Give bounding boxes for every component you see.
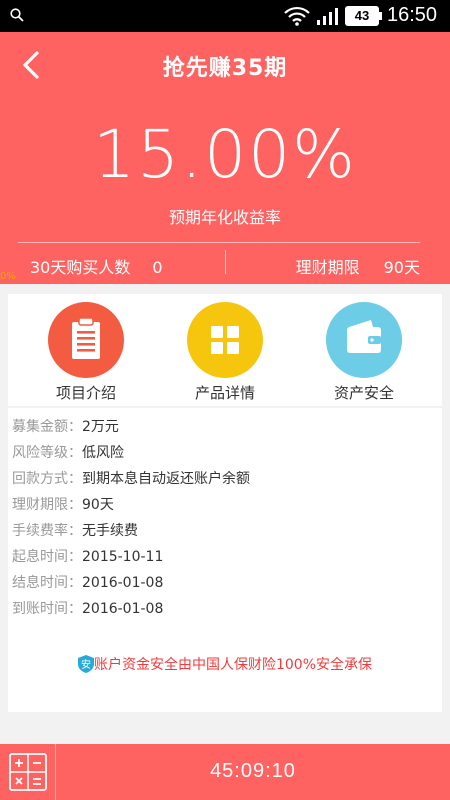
- detail-value: 2016-01-08: [82, 601, 164, 617]
- detail-key: 募集金额：: [12, 419, 82, 435]
- feature-panel: 项目介绍 产品详情 资产安全: [8, 294, 442, 406]
- detail-key: 结息时间：: [12, 575, 82, 591]
- wallet-icon: [347, 320, 381, 353]
- detail-key: 回款方式：: [12, 471, 82, 487]
- progress-label: 0%: [0, 271, 16, 282]
- clock: 16:50: [387, 4, 438, 26]
- project-intro-label: 项目介绍: [55, 384, 116, 402]
- detail-value: 2万元: [82, 419, 119, 435]
- guarantee-text: 账户资金安全由中国人保财险100%安全承保: [93, 657, 373, 673]
- annual-yield-rate: 15.00%: [93, 116, 357, 193]
- product-details-list: 募集金额：2万元 风险等级：低风险 回款方式：到期本息自动返还账户余额 理财期限…: [8, 408, 442, 712]
- detail-value: 无手续费: [82, 523, 138, 539]
- detail-value: 到期本息自动返还账户余额: [82, 471, 250, 487]
- buyers-label: 30天购买人数: [30, 258, 131, 277]
- detail-value: 2015-10-11: [82, 549, 164, 565]
- grid-icon: [211, 326, 239, 354]
- progress-bar: [0, 284, 450, 292]
- shield-icon: 安: [77, 655, 94, 673]
- wifi-icon: [284, 6, 310, 26]
- detail-value: 2016-01-08: [82, 575, 164, 591]
- detail-row: 理财期限：90天: [12, 494, 114, 516]
- calculator-button[interactable]: [0, 744, 56, 800]
- detail-row: 到账时间：2016-01-08: [12, 598, 163, 620]
- detail-value: 90天: [82, 497, 114, 513]
- product-details-circle: [187, 302, 263, 378]
- detail-key: 理财期限：: [12, 497, 82, 513]
- countdown-timer: 45:09:10: [210, 760, 296, 782]
- bottom-bar: 45:09:10: [0, 744, 450, 800]
- asset-security-button[interactable]: 资产安全: [309, 302, 419, 403]
- detail-key: 到账时间：: [12, 601, 82, 617]
- project-intro-circle: [48, 302, 124, 378]
- term-value: 90天: [383, 258, 420, 277]
- product-details-button[interactable]: 产品详情: [170, 302, 280, 403]
- detail-row: 手续费率：无手续费: [12, 520, 138, 542]
- insurance-guarantee: 安 账户资金安全由中国人保财险100%安全承保: [8, 654, 442, 674]
- detail-value: 低风险: [82, 445, 124, 461]
- detail-key: 风险等级：: [12, 445, 82, 461]
- product-header: 抢先赚35期 15.00% 预期年化收益率 30天购买人数 0 理财期限 90天: [0, 32, 450, 284]
- annual-yield-label: 预期年化收益率: [168, 208, 281, 227]
- detail-row: 募集金额：2万元: [12, 416, 119, 438]
- calculator-icon: [9, 753, 47, 791]
- detail-row: 回款方式：到期本息自动返还账户余额: [12, 468, 250, 490]
- buyers-value: 0: [152, 258, 163, 277]
- detail-row: 风险等级：低风险: [12, 442, 124, 464]
- status-bar: 43 16:50: [0, 0, 450, 32]
- battery-indicator: 43: [345, 6, 382, 26]
- detail-row: 结息时间：2016-01-08: [12, 572, 163, 594]
- product-details-label: 产品详情: [194, 384, 255, 402]
- clipboard-icon: [72, 317, 100, 359]
- search-icon: [10, 8, 24, 22]
- signal-icon: [317, 8, 338, 25]
- page-title: 抢先赚35期: [162, 56, 288, 81]
- term-label: 理财期限: [295, 258, 360, 277]
- stat-divider: [225, 250, 226, 274]
- detail-key: 起息时间：: [12, 549, 82, 565]
- shield-badge-text: 安: [81, 658, 91, 671]
- detail-key: 手续费率：: [12, 523, 82, 539]
- asset-security-circle: [326, 302, 402, 378]
- buyers-stat: 30天购买人数 0: [30, 254, 163, 278]
- detail-row: 起息时间：2015-10-11: [12, 546, 163, 568]
- project-intro-button[interactable]: 项目介绍: [31, 302, 141, 403]
- header-divider: [18, 242, 420, 243]
- term-stat: 理财期限 90天: [296, 254, 420, 278]
- asset-security-label: 资产安全: [333, 384, 394, 402]
